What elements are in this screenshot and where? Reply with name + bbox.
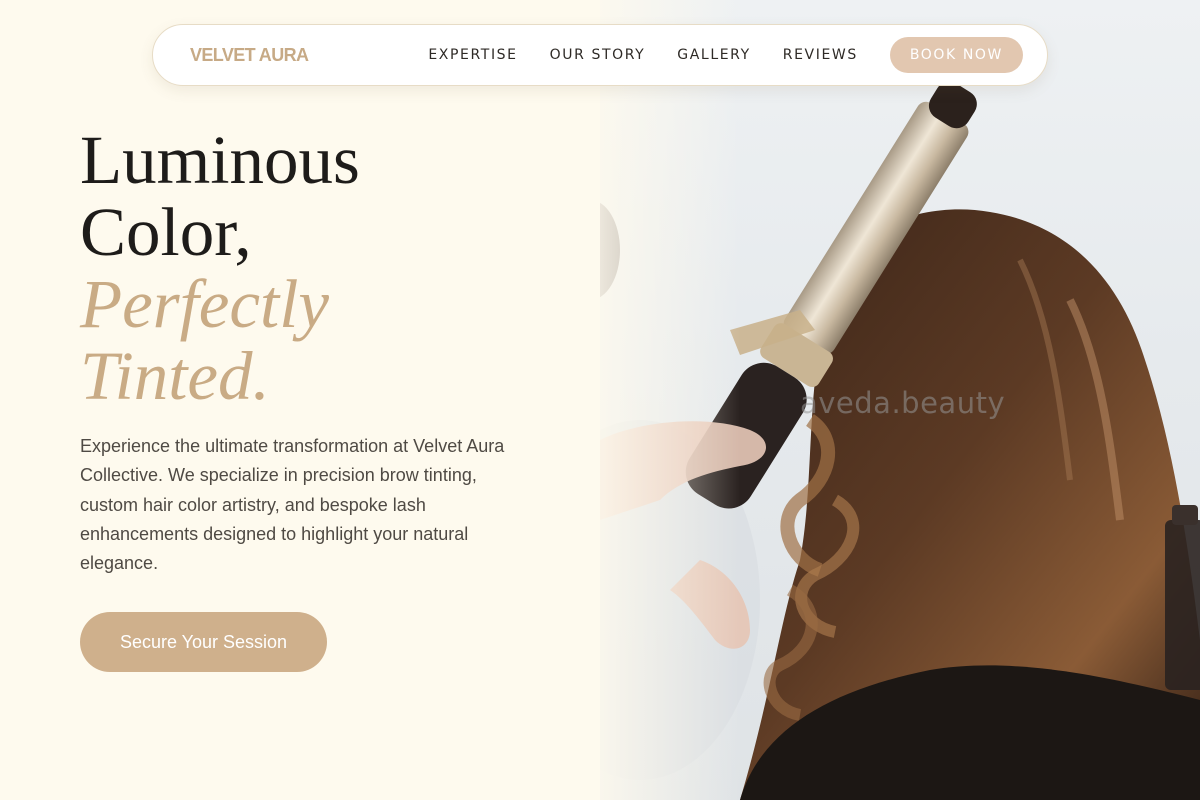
headline-line-1: Luminous	[80, 122, 360, 198]
nav-link-reviews[interactable]: REVIEWS	[783, 47, 858, 63]
nav-link-our-story[interactable]: OUR STORY	[550, 47, 646, 63]
brand-logo[interactable]: VELVET AURA	[190, 45, 309, 66]
secure-session-button[interactable]: Secure Your Session	[80, 612, 327, 673]
hero-section: Luminous Color, Perfectly Tinted. Experi…	[80, 124, 540, 673]
nav-link-expertise[interactable]: EXPERTISE	[428, 47, 517, 63]
headline-accent-line-2: Tinted.	[80, 338, 270, 414]
book-now-button[interactable]: BOOK NOW	[889, 37, 1023, 73]
headline-line-2: Color,	[80, 194, 252, 270]
headline-accent-line-1: Perfectly	[80, 266, 330, 342]
photo-watermark: aveda.beauty	[800, 386, 1006, 420]
hero-photo: aveda.beauty	[600, 0, 1200, 800]
hero-headline: Luminous Color, Perfectly Tinted.	[80, 124, 540, 412]
nav-links: EXPERTISE OUR STORY GALLERY REVIEWS BOOK…	[428, 37, 1023, 73]
nav-link-gallery[interactable]: GALLERY	[677, 47, 750, 63]
navbar: VELVET AURA EXPERTISE OUR STORY GALLERY …	[152, 24, 1048, 86]
hero-description: Experience the ultimate transformation a…	[80, 436, 505, 574]
